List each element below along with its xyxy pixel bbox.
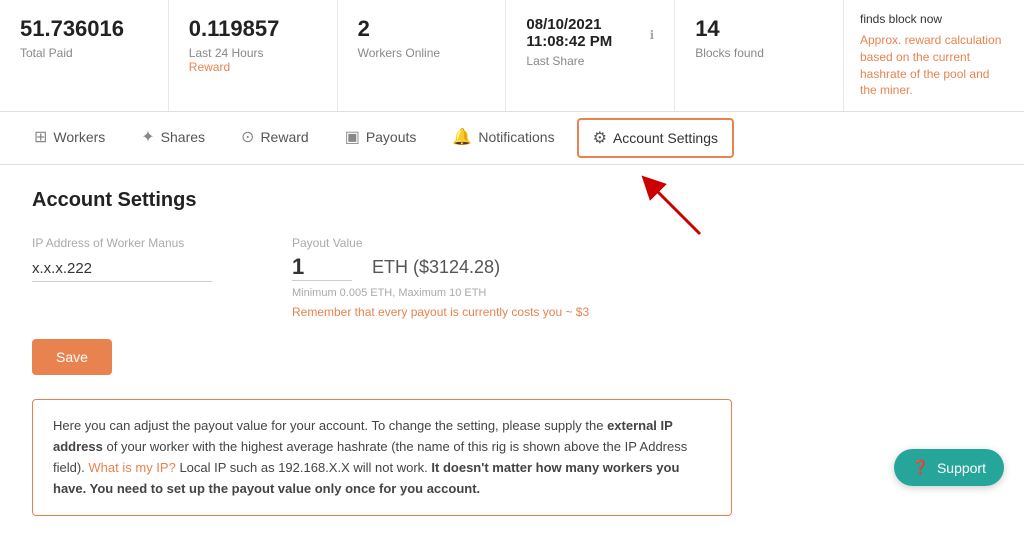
tab-label-shares: Shares [161,129,205,145]
nav-tabs: ⊞ Workers ✦ Shares ⊙ Reward ▣ Payouts 🔔 … [0,112,1024,165]
tab-label-payouts: Payouts [366,129,417,145]
approx-card: finds block now Approx. reward calculati… [844,0,1024,111]
tab-area: ⊞ Workers ✦ Shares ⊙ Reward ▣ Payouts 🔔 … [0,112,1024,165]
stat-label-blocks-found: Blocks found [695,46,823,60]
stat-value-blocks-found: 14 [695,16,823,42]
stat-total-paid: 51.736016 Total Paid [0,0,169,111]
tab-payouts[interactable]: ▣ Payouts [327,113,435,163]
tab-reward[interactable]: ⊙ Reward [223,113,327,163]
form-row: IP Address of Worker Manus Payout Value … [32,236,992,319]
support-label: Support [937,460,986,476]
info-icon: ℹ [650,28,655,42]
stat-label-last-share: Last Share [526,54,654,68]
eth-value: ETH ($3124.28) [372,257,500,278]
support-button[interactable]: ❓ Support [894,449,1004,486]
workers-icon: ⊞ [34,127,47,147]
tab-label-notifications: Notifications [478,129,554,145]
stat-value-last-share: 08/10/2021 11:08:42 PM [526,16,641,50]
tab-label-account-settings: Account Settings [613,130,718,146]
info-text-1: Here you can adjust the payout value for… [53,418,607,433]
payout-input-row: ETH ($3124.28) [292,254,589,281]
ip-label: IP Address of Worker Manus [32,236,212,250]
payout-label: Payout Value [292,236,589,250]
reward-icon: ⊙ [241,127,254,147]
approx-desc: Approx. reward calculation based on the … [860,32,1008,99]
ip-input[interactable] [32,256,212,282]
info-text-3: Local IP such as 192.168.X.X will not wo… [176,460,432,475]
tab-workers[interactable]: ⊞ Workers [16,113,123,163]
tab-account-settings[interactable]: ⚙ Account Settings [577,118,734,158]
stat-value-total-paid: 51.736016 [20,16,148,42]
what-is-my-ip-link[interactable]: What is my IP? [88,460,175,475]
stat-blocks-found: 14 Blocks found [675,0,844,111]
main-content: Account Settings IP Address of Worker Ma… [0,165,1024,540]
finds-block-text: finds block now [860,12,1008,26]
stat-workers: 2 Workers Online [338,0,507,111]
payout-form-group: Payout Value ETH ($3124.28) Minimum 0.00… [292,236,589,319]
stat-label-workers: Workers Online [358,46,486,60]
stat-last-share: 08/10/2021 11:08:42 PM ℹ Last Share [506,0,675,111]
payouts-icon: ▣ [345,127,360,147]
bell-icon: 🔔 [452,127,472,147]
payout-input[interactable] [292,254,352,281]
tab-notifications[interactable]: 🔔 Notifications [434,113,572,163]
gear-icon: ⚙ [593,128,607,148]
ip-form-group: IP Address of Worker Manus [32,236,212,282]
top-stats-bar: 51.736016 Total Paid 0.119857 Last 24 Ho… [0,0,1024,112]
tab-shares[interactable]: ✦ Shares [123,113,223,163]
payout-min: Minimum 0.005 ETH, Maximum 10 ETH [292,287,589,299]
stat-value-workers: 2 [358,16,486,42]
stat-value-last-24h: 0.119857 [189,16,317,42]
payout-warning: Remember that every payout is currently … [292,305,589,319]
support-icon: ❓ [912,459,929,476]
save-button[interactable]: Save [32,339,112,375]
shares-icon: ✦ [141,127,154,147]
tab-label-workers: Workers [53,129,105,145]
page-title: Account Settings [32,189,992,212]
tab-label-reward: Reward [260,129,308,145]
stat-last-24h: 0.119857 Last 24 Hours Reward [169,0,338,111]
stat-label-total-paid: Total Paid [20,46,148,60]
info-box: Here you can adjust the payout value for… [32,399,732,516]
stat-label-last-24h: Last 24 Hours [189,46,317,60]
stat-sublabel-last-24h: Reward [189,60,317,74]
